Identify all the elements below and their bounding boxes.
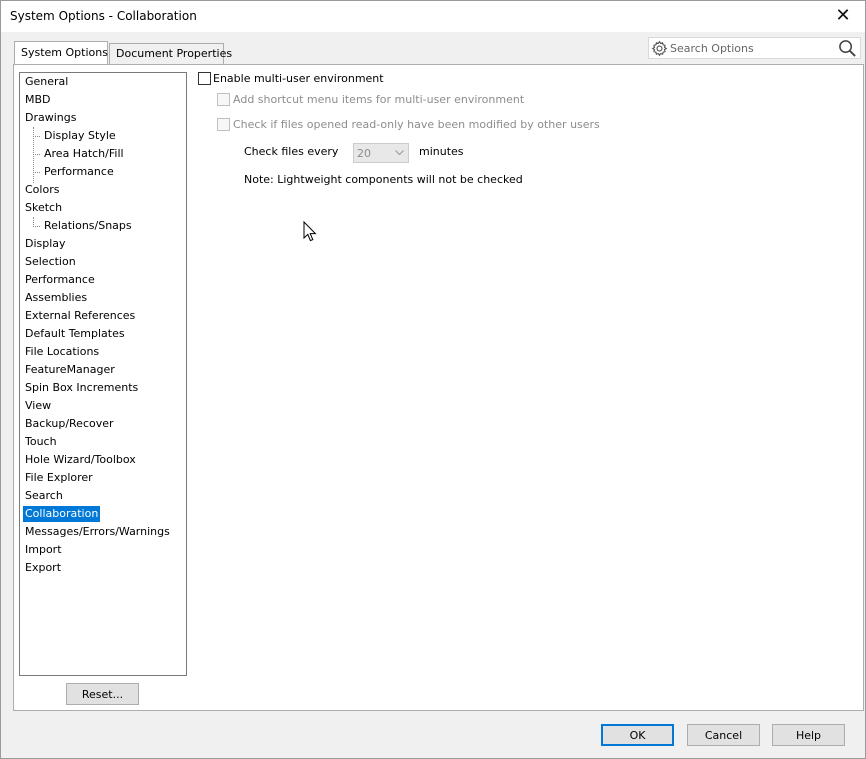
tab-system-options[interactable]: System Options <box>14 41 108 64</box>
tree-item-display[interactable]: Display <box>23 236 68 252</box>
help-button[interactable]: Help <box>772 724 845 746</box>
close-icon: ✕ <box>835 5 851 26</box>
check-interval-dropdown[interactable]: 20 <box>353 143 409 163</box>
check-readonly-label: Check if files opened read-only have bee… <box>233 118 600 131</box>
tree-item-backup-recover[interactable]: Backup/Recover <box>23 416 116 432</box>
tree-item-hole-wizard-toolbox[interactable]: Hole Wizard/Toolbox <box>23 452 138 468</box>
lightweight-note: Note: Lightweight components will not be… <box>244 173 523 186</box>
tree-item-selection[interactable]: Selection <box>23 254 78 270</box>
options-tree[interactable]: General MBD Drawings Display Style Area … <box>19 72 187 676</box>
tree-item-mbd[interactable]: MBD <box>23 92 53 108</box>
chevron-down-icon <box>395 150 404 156</box>
tree-item-display-style[interactable]: Display Style <box>42 128 118 144</box>
check-readonly-checkbox[interactable] <box>217 118 230 131</box>
tree-item-view[interactable]: View <box>23 398 53 414</box>
search-input[interactable] <box>670 40 835 56</box>
tree-item-sketch[interactable]: Sketch <box>23 200 64 216</box>
gear-icon[interactable] <box>651 40 668 57</box>
tree-item-general[interactable]: General <box>23 74 70 90</box>
search-options-box[interactable] <box>648 37 861 59</box>
tree-connector <box>33 154 40 155</box>
add-shortcut-checkbox[interactable] <box>217 93 230 106</box>
tree-item-collaboration[interactable]: Collaboration <box>23 506 101 522</box>
mouse-cursor-icon <box>303 221 317 242</box>
tree-item-assemblies[interactable]: Assemblies <box>23 290 89 306</box>
add-shortcut-label: Add shortcut menu items for multi-user e… <box>233 93 525 106</box>
tree-item-default-templates[interactable]: Default Templates <box>23 326 127 342</box>
tree-item-featuremanager[interactable]: FeatureManager <box>23 362 117 378</box>
minutes-label: minutes <box>419 145 464 158</box>
title-bar: System Options - Collaboration ✕ <box>1 1 865 32</box>
tree-item-drawings-performance[interactable]: Performance <box>42 164 116 180</box>
tree-connector <box>33 226 40 227</box>
tab-document-properties[interactable]: Document Properties <box>109 43 232 64</box>
tree-connector <box>33 172 40 173</box>
system-options-dialog: System Options - Collaboration ✕ System … <box>0 0 866 759</box>
check-interval-value: 20 <box>357 147 371 160</box>
tree-item-file-explorer[interactable]: File Explorer <box>23 470 95 486</box>
cancel-button[interactable]: Cancel <box>687 724 760 746</box>
tree-item-export[interactable]: Export <box>23 560 63 576</box>
ok-button[interactable]: OK <box>601 724 674 746</box>
tree-item-performance[interactable]: Performance <box>23 272 97 288</box>
enable-multiuser-label: Enable multi-user environment <box>213 72 384 85</box>
tree-connector <box>33 136 40 137</box>
window-title: System Options - Collaboration <box>10 9 197 23</box>
tree-item-messages-errors-warnings[interactable]: Messages/Errors/Warnings <box>23 524 172 540</box>
tree-item-colors[interactable]: Colors <box>23 182 61 198</box>
close-button[interactable]: ✕ <box>821 1 865 32</box>
enable-multiuser-checkbox[interactable] <box>198 72 211 85</box>
tree-item-search[interactable]: Search <box>23 488 65 504</box>
check-files-every-label: Check files every <box>244 145 339 158</box>
tree-item-import[interactable]: Import <box>23 542 64 558</box>
tree-item-spin-box-increments[interactable]: Spin Box Increments <box>23 380 140 396</box>
tree-item-external-references[interactable]: External References <box>23 308 137 324</box>
tree-item-relations-snaps[interactable]: Relations/Snaps <box>42 218 134 234</box>
reset-button[interactable]: Reset... <box>66 683 139 705</box>
tree-item-area-hatch-fill[interactable]: Area Hatch/Fill <box>42 146 126 162</box>
tree-item-touch[interactable]: Touch <box>23 434 59 450</box>
search-icon[interactable] <box>838 39 857 58</box>
tree-item-file-locations[interactable]: File Locations <box>23 344 101 360</box>
tree-item-drawings[interactable]: Drawings <box>23 110 78 126</box>
